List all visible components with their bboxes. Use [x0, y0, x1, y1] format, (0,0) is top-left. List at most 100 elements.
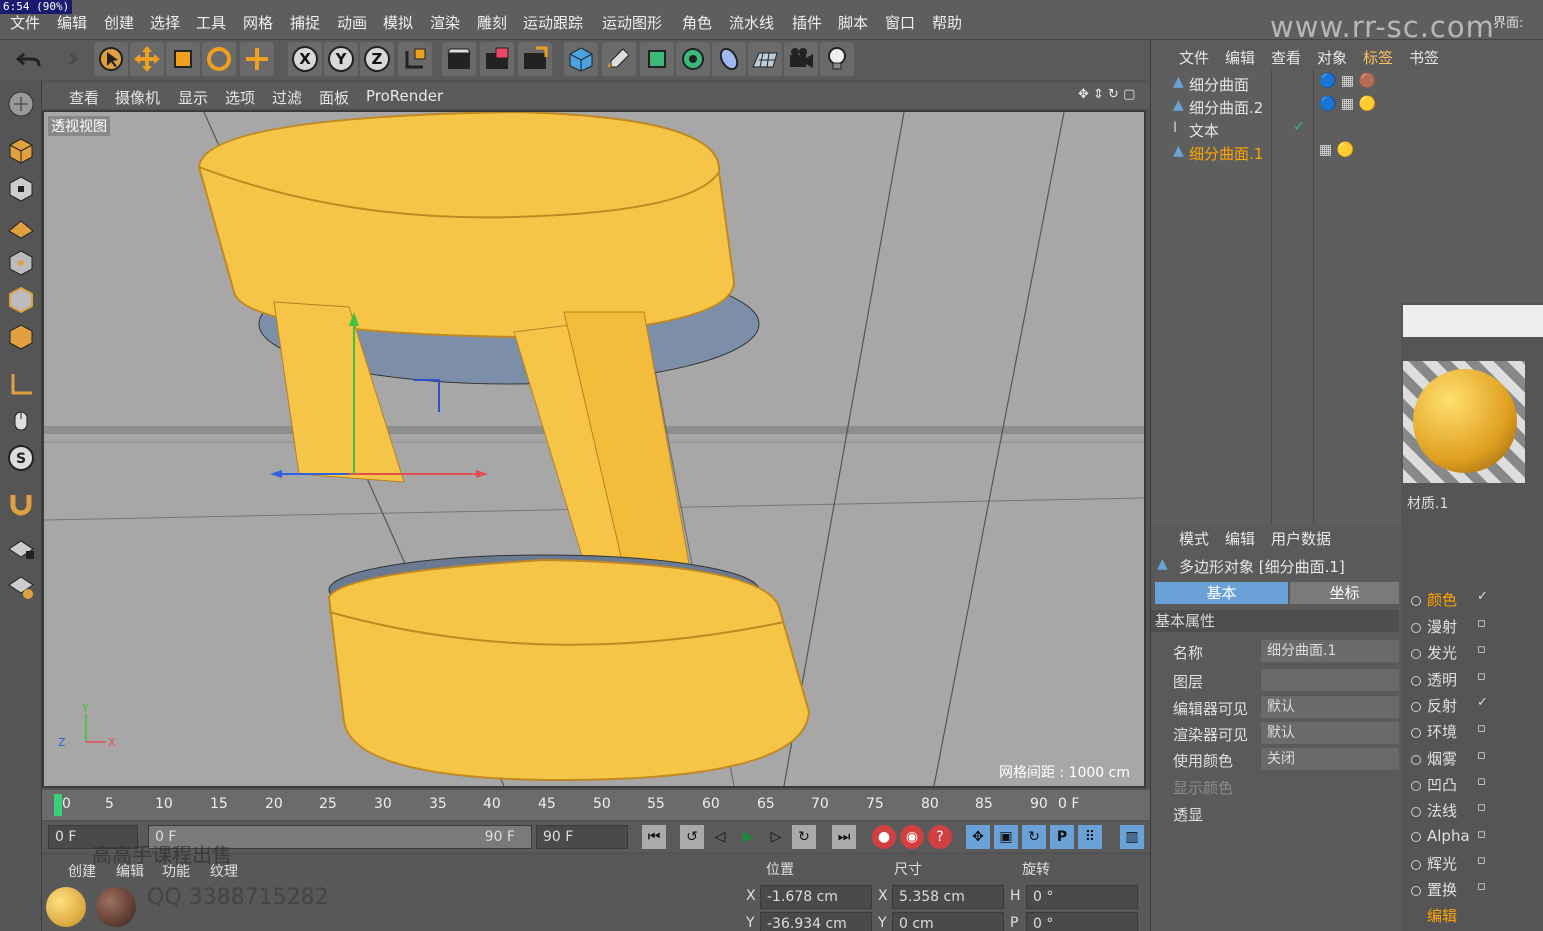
- deformer-icon[interactable]: [712, 42, 746, 76]
- menu-help[interactable]: 帮助: [932, 12, 962, 33]
- coordinate-system-icon[interactable]: [398, 42, 432, 76]
- menu-file[interactable]: 文件: [10, 12, 40, 33]
- menu-mesh[interactable]: 网格: [243, 12, 273, 33]
- material-swatch-brown[interactable]: [96, 887, 136, 927]
- subdivision-surface-icon[interactable]: [640, 42, 674, 76]
- perspective-viewport[interactable]: Y X Z 透视视图 网格间距 : 1000 cm: [42, 110, 1146, 788]
- timeline-ruler[interactable]: 0 5 10 15 20 25 30 35 40 45 50 55 60 65 …: [42, 790, 1150, 820]
- play-icon[interactable]: ▶: [736, 825, 760, 849]
- viewport-menu-options[interactable]: 选项: [225, 87, 255, 108]
- channel-fog[interactable]: 烟雾 ▫: [1411, 748, 1486, 769]
- make-editable-icon[interactable]: [4, 88, 38, 120]
- attr-menu-edit[interactable]: 编辑: [1225, 528, 1255, 549]
- keyframe-selection-icon[interactable]: ?: [928, 825, 952, 849]
- key-rotation-icon[interactable]: ↻: [1022, 825, 1046, 849]
- viewport-menu-filter[interactable]: 过滤: [272, 87, 302, 108]
- viewport-menu-cameras[interactable]: 摄像机: [115, 87, 160, 108]
- loop-forward-icon[interactable]: ↻: [792, 825, 816, 849]
- magnet-icon[interactable]: [4, 488, 38, 520]
- tab-basic[interactable]: 基本: [1155, 582, 1288, 604]
- coord-size-x-field[interactable]: 5.358 cm: [892, 885, 1004, 909]
- transform-tool-icon[interactable]: [240, 42, 274, 76]
- attr-editor-visible-select[interactable]: 默认: [1261, 696, 1399, 718]
- go-to-end-icon[interactable]: ⏭: [832, 825, 856, 849]
- step-forward-icon[interactable]: ▷: [764, 825, 788, 849]
- floor-icon[interactable]: [748, 42, 782, 76]
- om-menu-tags[interactable]: 标签: [1363, 47, 1393, 68]
- timeline-layout-icon[interactable]: ▥: [1120, 825, 1144, 849]
- channel-luminance[interactable]: 发光 ▫: [1411, 642, 1486, 663]
- render-to-picture-viewer-icon[interactable]: [518, 42, 552, 76]
- key-pla-icon[interactable]: ⠿: [1078, 825, 1102, 849]
- material-tag-icons[interactable]: 🔵 ▦ 🟡: [1319, 96, 1376, 112]
- menu-script[interactable]: 脚本: [838, 12, 868, 33]
- object-row-subdivision-1[interactable]: ▲ 细分曲面.1 ▦ 🟡: [1151, 141, 1543, 163]
- menu-mograph[interactable]: 运动图形: [602, 12, 662, 33]
- pen-spline-icon[interactable]: [602, 42, 636, 76]
- viewport-nav-icons[interactable]: ✥ ⇕ ↻ ▢: [1078, 87, 1135, 102]
- menu-plugins[interactable]: 插件: [792, 12, 822, 33]
- x-axis-lock-icon[interactable]: X: [288, 42, 322, 76]
- coord-size-y-field[interactable]: 0 cm: [892, 912, 1004, 931]
- menu-animate[interactable]: 动画: [337, 12, 367, 33]
- attr-use-color-select[interactable]: 关闭: [1261, 748, 1399, 770]
- light-icon[interactable]: [820, 42, 854, 76]
- object-row-subdivision[interactable]: ▲ 细分曲面 🔵 ▦ 🟤: [1151, 72, 1543, 94]
- end-frame-field[interactable]: 90 F: [536, 825, 628, 849]
- viewport-menu-display[interactable]: 显示: [178, 87, 208, 108]
- coord-pos-y-field[interactable]: -36.934 cm: [760, 912, 872, 931]
- axis-mode-icon[interactable]: [4, 368, 38, 400]
- om-menu-objects[interactable]: 对象: [1317, 47, 1347, 68]
- material-swatch-yellow[interactable]: [46, 887, 86, 927]
- coord-pos-x-field[interactable]: -1.678 cm: [760, 885, 872, 909]
- camera-icon[interactable]: [784, 42, 818, 76]
- material-preview[interactable]: [1403, 361, 1525, 483]
- menu-window[interactable]: 窗口: [885, 12, 915, 33]
- autokey-icon[interactable]: ◉: [900, 825, 924, 849]
- material-editor-tab[interactable]: 编辑: [1427, 905, 1457, 926]
- menu-edit[interactable]: 编辑: [57, 12, 87, 33]
- channel-glow[interactable]: 辉光 ▫: [1411, 853, 1486, 874]
- step-back-icon[interactable]: ◁: [708, 825, 732, 849]
- menu-snap[interactable]: 捕捉: [290, 12, 320, 33]
- grid-snap-icon[interactable]: [4, 570, 38, 602]
- menu-pipeline[interactable]: 流水线: [729, 12, 774, 33]
- om-menu-edit[interactable]: 编辑: [1225, 47, 1255, 68]
- channel-alpha[interactable]: Alpha ▫: [1411, 827, 1486, 845]
- model-mode-icon[interactable]: [4, 135, 38, 167]
- redo-icon[interactable]: [48, 42, 82, 76]
- menu-sculpt[interactable]: 雕刻: [477, 12, 507, 33]
- menu-simulate[interactable]: 模拟: [383, 12, 413, 33]
- channel-reflectance[interactable]: 反射 ✓: [1411, 695, 1488, 716]
- attr-name-field[interactable]: 细分曲面.1: [1261, 640, 1399, 662]
- check-icon[interactable]: ✓: [1293, 119, 1305, 135]
- coord-rot-h-field[interactable]: 0 °: [1026, 885, 1138, 909]
- channel-diffusion[interactable]: 漫射 ▫: [1411, 616, 1486, 637]
- menu-tools[interactable]: 工具: [196, 12, 226, 33]
- rotate-tool-icon[interactable]: [202, 42, 236, 76]
- channel-transparency[interactable]: 透明 ▫: [1411, 669, 1486, 690]
- menu-render[interactable]: 渲染: [430, 12, 460, 33]
- channel-displacement[interactable]: 置换 ▫: [1411, 879, 1486, 900]
- channel-color[interactable]: 颜色 ✓: [1411, 589, 1488, 610]
- viewport-menu-panel[interactable]: 面板: [319, 87, 349, 108]
- z-axis-lock-icon[interactable]: Z: [360, 42, 394, 76]
- om-menu-view[interactable]: 查看: [1271, 47, 1301, 68]
- loop-back-icon[interactable]: ↺: [680, 825, 704, 849]
- menu-motion-tracking[interactable]: 运动跟踪: [523, 12, 583, 33]
- menu-character[interactable]: 角色: [682, 12, 712, 33]
- coord-rot-p-field[interactable]: 0 °: [1026, 912, 1138, 931]
- menu-select[interactable]: 选择: [150, 12, 180, 33]
- channel-environment[interactable]: 环境 ▫: [1411, 721, 1486, 742]
- workplane-lock-icon[interactable]: [4, 532, 38, 564]
- cloner-icon[interactable]: [676, 42, 710, 76]
- attr-layer-field[interactable]: [1261, 669, 1399, 691]
- select-tool-icon[interactable]: [94, 42, 128, 76]
- attr-render-visible-select[interactable]: 默认: [1261, 722, 1399, 744]
- material-tag-icons[interactable]: 🔵 ▦ 🟤: [1319, 73, 1376, 89]
- tab-coordinates[interactable]: 坐标: [1290, 582, 1399, 604]
- record-keys-icon[interactable]: ●: [872, 825, 896, 849]
- tweak-mode-icon[interactable]: [4, 405, 38, 437]
- move-tool-icon[interactable]: [130, 42, 164, 76]
- viewport-menu-view[interactable]: 查看: [69, 87, 99, 108]
